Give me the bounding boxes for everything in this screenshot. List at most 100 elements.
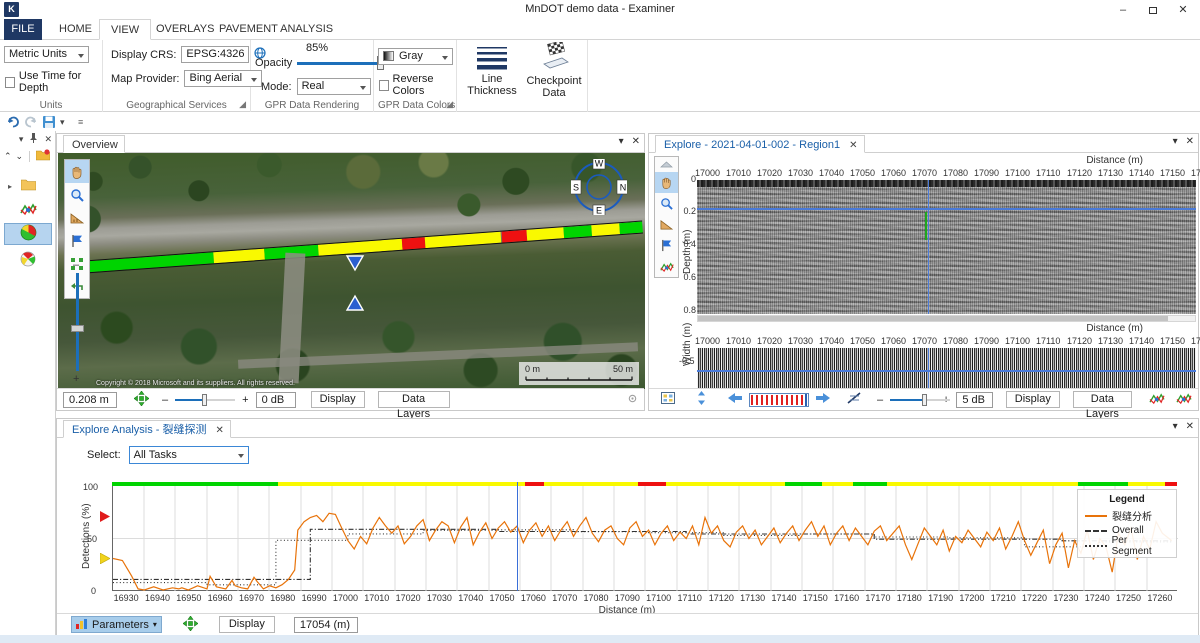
gpr-tracks-icon[interactable] (1149, 392, 1165, 408)
explore-data-layers-button[interactable]: Data Layers (1072, 391, 1132, 420)
checkpoint-marker[interactable] (925, 212, 927, 240)
zoom-in-label[interactable]: + (73, 373, 79, 385)
quick-access-overflow-icon[interactable]: ≡ (78, 115, 92, 129)
save-icon[interactable] (42, 115, 56, 129)
gpr-data-colors-dialog-launcher[interactable]: ◢ (446, 99, 453, 110)
gain-increase-button[interactable]: + (242, 394, 248, 406)
analysis-display-button[interactable]: Display (218, 616, 275, 633)
gpr-tracks-icon[interactable] (655, 256, 678, 277)
checkpoint-data-button[interactable]: Checkpoint Data (521, 40, 587, 99)
center-map-icon[interactable] (182, 614, 199, 634)
map-display-button[interactable]: Display (310, 391, 365, 408)
close-button[interactable]: ✕ (1168, 0, 1198, 19)
map-zoom-slider[interactable]: – + (69, 259, 85, 385)
collapse-all-icon[interactable]: ⌃ (4, 151, 12, 162)
radargram-position-cursor[interactable] (928, 180, 929, 314)
undo-icon[interactable] (6, 115, 20, 129)
display-crs-input[interactable]: EPSG:4326 (181, 46, 250, 63)
widthgram-image[interactable] (697, 348, 1196, 390)
task-select[interactable]: All Tasks (128, 446, 249, 464)
map-data-layers-button[interactable]: Data Layers (377, 391, 450, 420)
expand-all-icon[interactable]: ⌄ (16, 151, 24, 162)
zoom-magnifier-icon[interactable] (65, 183, 89, 206)
widthgram-position-cursor[interactable] (928, 348, 929, 390)
tab-explore-analysis-close-icon[interactable]: ✕ (216, 425, 224, 436)
tab-overview[interactable]: Overview (63, 135, 125, 153)
center-map-icon[interactable] (133, 389, 150, 409)
measure-ruler-icon[interactable] (655, 214, 678, 235)
overview-close-icon[interactable]: ✕ (632, 136, 640, 147)
position-marker[interactable] (344, 253, 366, 316)
map-canvas[interactable]: – + N S E W 0 m 50 m Copyright © 2018 Mi… (58, 153, 645, 389)
tab-explore-close-icon[interactable]: ✕ (849, 140, 857, 151)
tab-pavement-analysis[interactable]: PAVEMENT ANALYSIS (208, 19, 344, 40)
scan-strip-icon[interactable] (749, 392, 809, 407)
zoom-out-label[interactable]: – (73, 259, 79, 271)
red-threshold-marker[interactable] (100, 511, 110, 525)
explore-gain-decrease-button[interactable]: – (877, 394, 883, 406)
slider-thumb[interactable] (922, 393, 928, 406)
analysis-dropdown-icon[interactable]: ▾ (1173, 421, 1178, 432)
chart-position-cursor[interactable] (517, 482, 519, 591)
redo-icon[interactable] (24, 115, 38, 129)
map-resolution-field[interactable]: 0.208 m (63, 391, 117, 408)
project-folder-icon[interactable] (35, 148, 51, 164)
units-select[interactable]: Metric Units (4, 46, 89, 63)
line-thickness-button[interactable]: Line Thickness (459, 44, 525, 97)
close-icon[interactable]: ✕ (44, 134, 52, 145)
use-time-for-depth-checkbox[interactable]: Use Time for Depth (5, 70, 102, 94)
sidebar-item-folder[interactable]: ▸ (4, 175, 52, 197)
flag-marker-icon[interactable] (655, 235, 678, 256)
sidebar-item-layers[interactable] (4, 249, 52, 271)
settings-icon[interactable] (627, 393, 638, 407)
gain-decrease-button[interactable]: – (162, 394, 168, 406)
analysis-position-field[interactable]: 17054 (m) (293, 616, 358, 633)
mode-select[interactable]: Real (296, 78, 371, 95)
grid-toggle-icon[interactable] (661, 392, 675, 407)
minimize-button[interactable]: – (1108, 0, 1138, 19)
gpr-tracks-icon[interactable] (1176, 392, 1192, 408)
zoom-slider-thumb[interactable] (71, 325, 84, 332)
explore-dropdown-icon[interactable]: ▾ (1173, 136, 1178, 147)
pan-hand-icon[interactable] (65, 160, 89, 183)
layer-pick-line[interactable] (697, 208, 1196, 210)
overview-dropdown-icon[interactable]: ▾ (619, 136, 624, 147)
map-gain-value[interactable]: 0 dB (255, 391, 296, 408)
chart-plot-area[interactable] (112, 482, 1178, 591)
explore-close-icon[interactable]: ✕ (1186, 136, 1194, 147)
explore-display-button[interactable]: Display (1005, 391, 1060, 408)
explore-gain-slider[interactable] (890, 393, 951, 406)
chevron-down-icon[interactable]: ▾ (153, 620, 157, 629)
zoom-magnifier-icon[interactable] (655, 193, 678, 214)
analysis-close-icon[interactable]: ✕ (1186, 421, 1194, 432)
collapse-up-icon[interactable] (655, 157, 678, 172)
radargram-hscrollbar[interactable] (697, 315, 1196, 322)
tab-file[interactable]: FILE (4, 19, 42, 40)
radargram-image[interactable] (697, 180, 1196, 314)
quick-access-dropdown-icon[interactable]: ▾ (60, 115, 74, 129)
measure-ruler-icon[interactable] (65, 206, 89, 229)
map-gain-slider[interactable] (175, 393, 236, 406)
tab-explore-analysis[interactable]: Explore Analysis - 裂缝探测 ✕ (63, 420, 231, 438)
scrollbar-thumb[interactable] (698, 316, 1168, 321)
compass-rose[interactable]: N S E W (569, 157, 629, 218)
sidebar-item-gpr-tracks[interactable] (4, 199, 52, 221)
sidebar-item-pie-analysis[interactable] (4, 223, 52, 245)
tab-view[interactable]: VIEW (99, 19, 152, 40)
reverse-colors-checkbox[interactable]: Reverse Colors (379, 73, 456, 97)
geographical-services-dialog-launcher[interactable]: ◢ (239, 99, 246, 110)
arrow-left-icon[interactable] (728, 392, 742, 407)
picks-icon[interactable] (847, 391, 862, 408)
tab-explore[interactable]: Explore - 2021-04-01-002 - Region1 ✕ (655, 135, 865, 153)
parameters-button[interactable]: Parameters ▾ (71, 616, 162, 633)
arrow-right-icon[interactable] (816, 392, 830, 407)
flip-vertical-icon[interactable] (694, 391, 709, 408)
expand-arrow-icon[interactable]: ▸ (8, 182, 12, 191)
yellow-threshold-marker[interactable] (99, 552, 111, 567)
chevron-down-icon[interactable]: ▾ (19, 134, 24, 145)
explore-gain-value[interactable]: 5 dB (956, 391, 993, 408)
tab-home[interactable]: HOME (48, 19, 103, 40)
pin-icon[interactable] (29, 133, 38, 145)
pan-hand-icon[interactable] (655, 172, 678, 193)
slider-thumb[interactable] (202, 393, 208, 406)
